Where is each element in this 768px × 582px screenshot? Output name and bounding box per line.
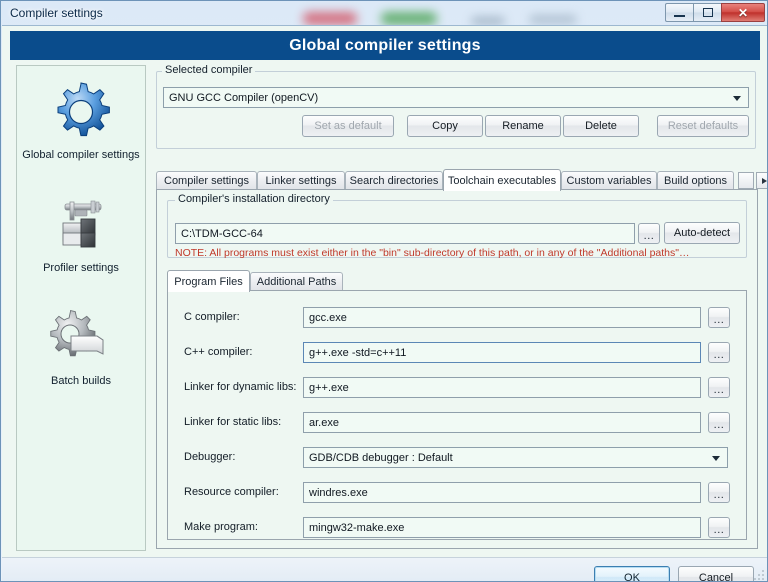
cancel-button[interactable]: Cancel xyxy=(678,566,754,581)
linker-dynamic-label: Linker for dynamic libs: xyxy=(184,381,297,393)
delete-button[interactable]: Delete xyxy=(563,115,639,137)
close-icon: ✕ xyxy=(737,5,749,20)
tab-toolchain-executables[interactable]: Toolchain executables xyxy=(443,169,561,191)
sidebar-item-global-compiler-settings[interactable]: Global compiler settings xyxy=(17,66,145,161)
caliper-blocks-icon xyxy=(62,200,102,248)
c-compiler-label: C compiler: xyxy=(184,311,240,323)
tabs-scroll-right-button[interactable] xyxy=(756,172,767,189)
debugger-select[interactable]: GDB/CDB debugger : Default xyxy=(303,447,728,468)
browse-c-compiler-button[interactable]: ... xyxy=(708,307,730,328)
sidebar-item-batch-builds[interactable]: Batch builds xyxy=(17,274,145,387)
debugger-select-value: GDB/CDB debugger : Default xyxy=(309,451,453,464)
tab-linker-settings[interactable]: Linker settings xyxy=(257,171,345,190)
sidebar-item-label: Batch builds xyxy=(51,375,111,387)
linker-dynamic-input[interactable]: g++.exe xyxy=(303,377,701,398)
tab-search-directories[interactable]: Search directories xyxy=(345,171,443,190)
browse-linker-static-button[interactable]: ... xyxy=(708,412,730,433)
resource-compiler-input[interactable]: windres.exe xyxy=(303,482,701,503)
sidebar-item-profiler-settings[interactable]: Profiler settings xyxy=(17,161,145,274)
chevron-down-icon xyxy=(733,95,741,101)
reset-defaults-button[interactable]: Reset defaults xyxy=(657,115,749,137)
auto-detect-button[interactable]: Auto-detect xyxy=(664,222,740,244)
debugger-label: Debugger: xyxy=(184,451,236,463)
resource-compiler-label: Resource compiler: xyxy=(184,486,279,498)
field-row-make-program: Make program: mingw32-make.exe ... xyxy=(168,517,748,541)
browse-cpp-compiler-button[interactable]: ... xyxy=(708,342,730,363)
browse-make-program-button[interactable]: ... xyxy=(708,517,730,538)
chevron-down-icon xyxy=(712,455,720,461)
tab-build-options[interactable]: Build options xyxy=(657,171,734,190)
tabs-scroll-left-button[interactable] xyxy=(738,172,754,189)
selected-compiler-group xyxy=(156,71,756,149)
field-row-linker-dynamic: Linker for dynamic libs: g++.exe ... xyxy=(168,377,748,401)
dialog-client-area: Global compiler settings Global compiler… xyxy=(2,25,767,581)
window-title: Compiler settings xyxy=(10,6,103,20)
rename-button[interactable]: Rename xyxy=(485,115,561,137)
settings-content: Selected compiler GNU GCC Compiler (open… xyxy=(154,64,767,551)
c-compiler-input[interactable]: gcc.exe xyxy=(303,307,701,328)
resize-grip-icon[interactable] xyxy=(753,569,765,581)
field-row-resource-compiler: Resource compiler: windres.exe ... xyxy=(168,482,748,506)
installation-directory-label: Compiler's installation directory xyxy=(175,193,333,205)
set-as-default-button[interactable]: Set as default xyxy=(302,115,394,137)
make-program-label: Make program: xyxy=(184,521,258,533)
window-controls: ✕ xyxy=(665,3,765,22)
field-row-debugger: Debugger: GDB/CDB debugger : Default xyxy=(168,447,748,471)
copy-button[interactable]: Copy xyxy=(407,115,483,137)
sidebar-item-label: Profiler settings xyxy=(43,262,119,274)
gear-documents-icon xyxy=(50,310,104,357)
maximize-button[interactable] xyxy=(693,3,721,22)
tab-compiler-settings[interactable]: Compiler settings xyxy=(156,171,257,190)
chevron-right-icon xyxy=(761,177,767,184)
linker-static-input[interactable]: ar.exe xyxy=(303,412,701,433)
field-row-cpp-compiler: C++ compiler: g++.exe -std=c++11 ... xyxy=(168,342,748,366)
browse-installation-directory-button[interactable]: ... xyxy=(638,223,660,244)
settings-tabstrip: Compiler settings Linker settings Search… xyxy=(156,169,767,191)
field-row-c-compiler: C compiler: gcc.exe ... xyxy=(168,307,748,331)
title-bar[interactable]: Compiler settings ✕ xyxy=(1,1,767,25)
make-program-input[interactable]: mingw32-make.exe xyxy=(303,517,701,538)
browse-linker-dynamic-button[interactable]: ... xyxy=(708,377,730,398)
compiler-select[interactable]: GNU GCC Compiler (openCV) xyxy=(163,87,749,108)
close-button[interactable]: ✕ xyxy=(721,3,765,22)
field-row-linker-static: Linker for static libs: ar.exe ... xyxy=(168,412,748,436)
program-files-panel: C compiler: gcc.exe ... C++ compiler: g+… xyxy=(167,290,747,540)
tab-custom-variables[interactable]: Custom variables xyxy=(561,171,657,190)
cpp-compiler-input[interactable]: g++.exe -std=c++11 xyxy=(303,342,701,363)
program-files-tabstrip: Program Files Additional Paths xyxy=(167,270,747,292)
installation-directory-input[interactable]: C:\TDM-GCC-64 xyxy=(175,223,635,244)
tab-additional-paths[interactable]: Additional Paths xyxy=(250,272,343,291)
compiler-settings-window: Compiler settings ✕ Global compiler sett… xyxy=(0,0,768,582)
page-title: Global compiler settings xyxy=(10,31,760,60)
installation-note-text: NOTE: All programs must exist either in … xyxy=(175,247,690,259)
ok-button[interactable]: OK xyxy=(594,566,670,581)
toolchain-executables-panel: Compiler's installation directory C:\TDM… xyxy=(156,189,758,549)
browse-resource-compiler-button[interactable]: ... xyxy=(708,482,730,503)
sidebar-item-label: Global compiler settings xyxy=(22,149,140,161)
maximize-icon xyxy=(702,8,713,17)
linker-static-label: Linker for static libs: xyxy=(184,416,282,428)
cpp-compiler-label: C++ compiler: xyxy=(184,346,253,358)
compiler-select-value: GNU GCC Compiler (openCV) xyxy=(169,91,319,104)
tab-program-files[interactable]: Program Files xyxy=(167,270,250,292)
settings-sidebar: Global compiler settings Profiler settin… xyxy=(16,65,146,551)
minimize-button[interactable] xyxy=(665,3,693,22)
blue-gear-icon xyxy=(57,82,110,137)
minimize-icon xyxy=(674,14,685,17)
selected-compiler-label: Selected compiler xyxy=(162,64,256,76)
